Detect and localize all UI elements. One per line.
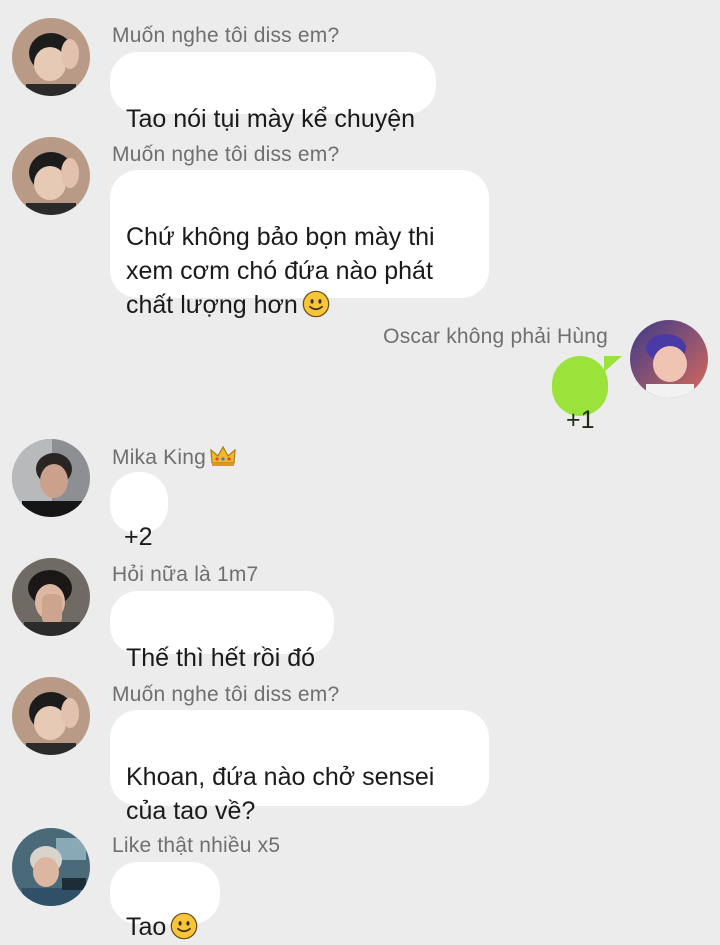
message-text: Tao nói tụi mày kể chuyện <box>126 105 416 133</box>
avatar[interactable] <box>12 558 90 636</box>
message-text: Thế thì hết rồi đó <box>126 644 316 672</box>
message-text: Chứ không bảo bọn mày thi xem cơm chó đứ… <box>126 223 435 319</box>
sender-name-text: Mika King <box>112 446 207 469</box>
sender-name: Oscar không phải Hùng <box>383 325 608 348</box>
chat-thread[interactable]: Muốn nghe tôi diss em? Tao nói tụi mày k… <box>0 0 720 945</box>
message-text: +2 <box>124 523 153 551</box>
message-bubble[interactable]: Tao <box>110 862 220 941</box>
avatar[interactable] <box>12 828 90 906</box>
message-text: Tao <box>126 913 167 941</box>
sender-name: Muốn nghe tôi diss em? <box>112 143 340 166</box>
avatar[interactable] <box>12 677 90 755</box>
message-bubble[interactable]: Chứ không bảo bọn mày thi xem cơm chó đứ… <box>110 170 489 319</box>
message-text: +1 <box>566 406 595 434</box>
message-bubble[interactable]: Tao nói tụi mày kể chuyện <box>110 52 436 133</box>
avatar[interactable] <box>12 439 90 517</box>
message-bubble[interactable]: Thế thì hết rồi đó <box>110 591 334 672</box>
smiley-emoji-icon <box>170 912 198 940</box>
message-bubble[interactable]: +2 <box>110 472 168 551</box>
sender-name: Hỏi nữa là 1m7 <box>112 563 259 586</box>
message-bubble[interactable]: Khoan, đứa nào chở sensei của tao về? <box>110 710 489 825</box>
smiley-emoji-icon <box>302 290 330 318</box>
sender-name: Like thật nhiều x5 <box>112 834 281 857</box>
avatar[interactable] <box>630 320 708 398</box>
avatar[interactable] <box>12 137 90 215</box>
sender-name: Muốn nghe tôi diss em? <box>112 683 340 706</box>
avatar[interactable] <box>12 18 90 96</box>
sender-name: Mika King <box>112 445 236 470</box>
message-bubble-outgoing[interactable]: +1 <box>552 356 608 434</box>
crown-emoji-icon <box>210 445 236 466</box>
message-text: Khoan, đứa nào chở sensei của tao về? <box>126 763 435 825</box>
bubble-tail <box>604 356 622 372</box>
sender-name: Muốn nghe tôi diss em? <box>112 24 340 47</box>
